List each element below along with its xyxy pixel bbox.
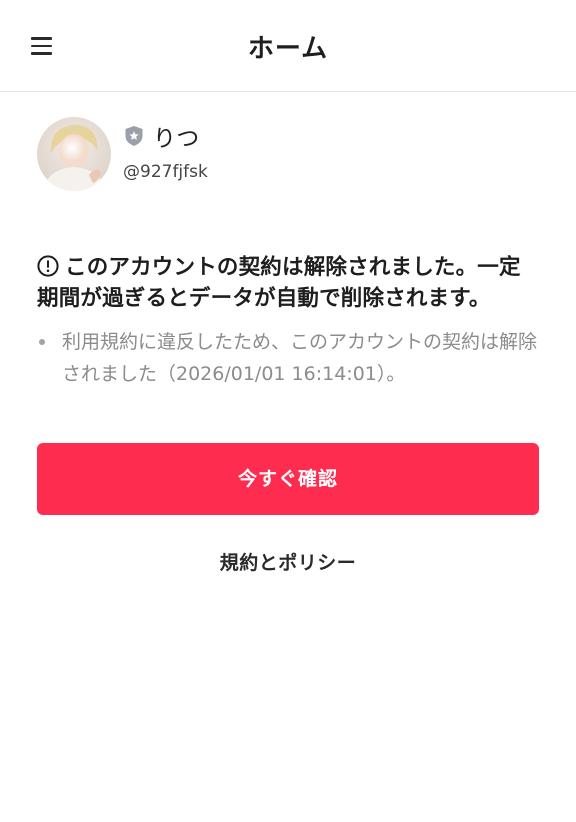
- profile-handle: @927fjfsk: [123, 162, 208, 182]
- exclamation-circle-icon: [37, 255, 59, 277]
- notice-title: このアカウントの契約は解除されました。一定期間が過ぎるとデータが自動で削除されま…: [37, 252, 539, 314]
- page-title: ホーム: [247, 34, 329, 64]
- profile-card: りつ @927fjfsk: [37, 117, 537, 193]
- top-header: ホーム: [0, 0, 576, 92]
- avatar[interactable]: [37, 117, 111, 191]
- bullet-dot: [39, 339, 45, 345]
- shield-star-icon: [123, 125, 145, 147]
- list-item: 利用規約に違反したため、このアカウントの契約は解除されました（2026/01/0…: [37, 326, 539, 390]
- account-notice: このアカウントの契約は解除されました。一定期間が過ぎるとデータが自動で削除されま…: [37, 252, 539, 390]
- notice-item-text: 利用規約に違反したため、このアカウントの契約は解除されました（2026/01/0…: [62, 331, 538, 385]
- notice-title-text: このアカウントの契約は解除されました。一定期間が過ぎるとデータが自動で削除されま…: [37, 255, 521, 311]
- terms-and-policy-link[interactable]: 規約とポリシー: [0, 548, 576, 575]
- notice-list: 利用規約に違反したため、このアカウントの契約は解除されました（2026/01/0…: [37, 326, 539, 390]
- profile-name: りつ: [153, 126, 200, 152]
- confirm-now-button[interactable]: 今すぐ確認: [37, 443, 539, 515]
